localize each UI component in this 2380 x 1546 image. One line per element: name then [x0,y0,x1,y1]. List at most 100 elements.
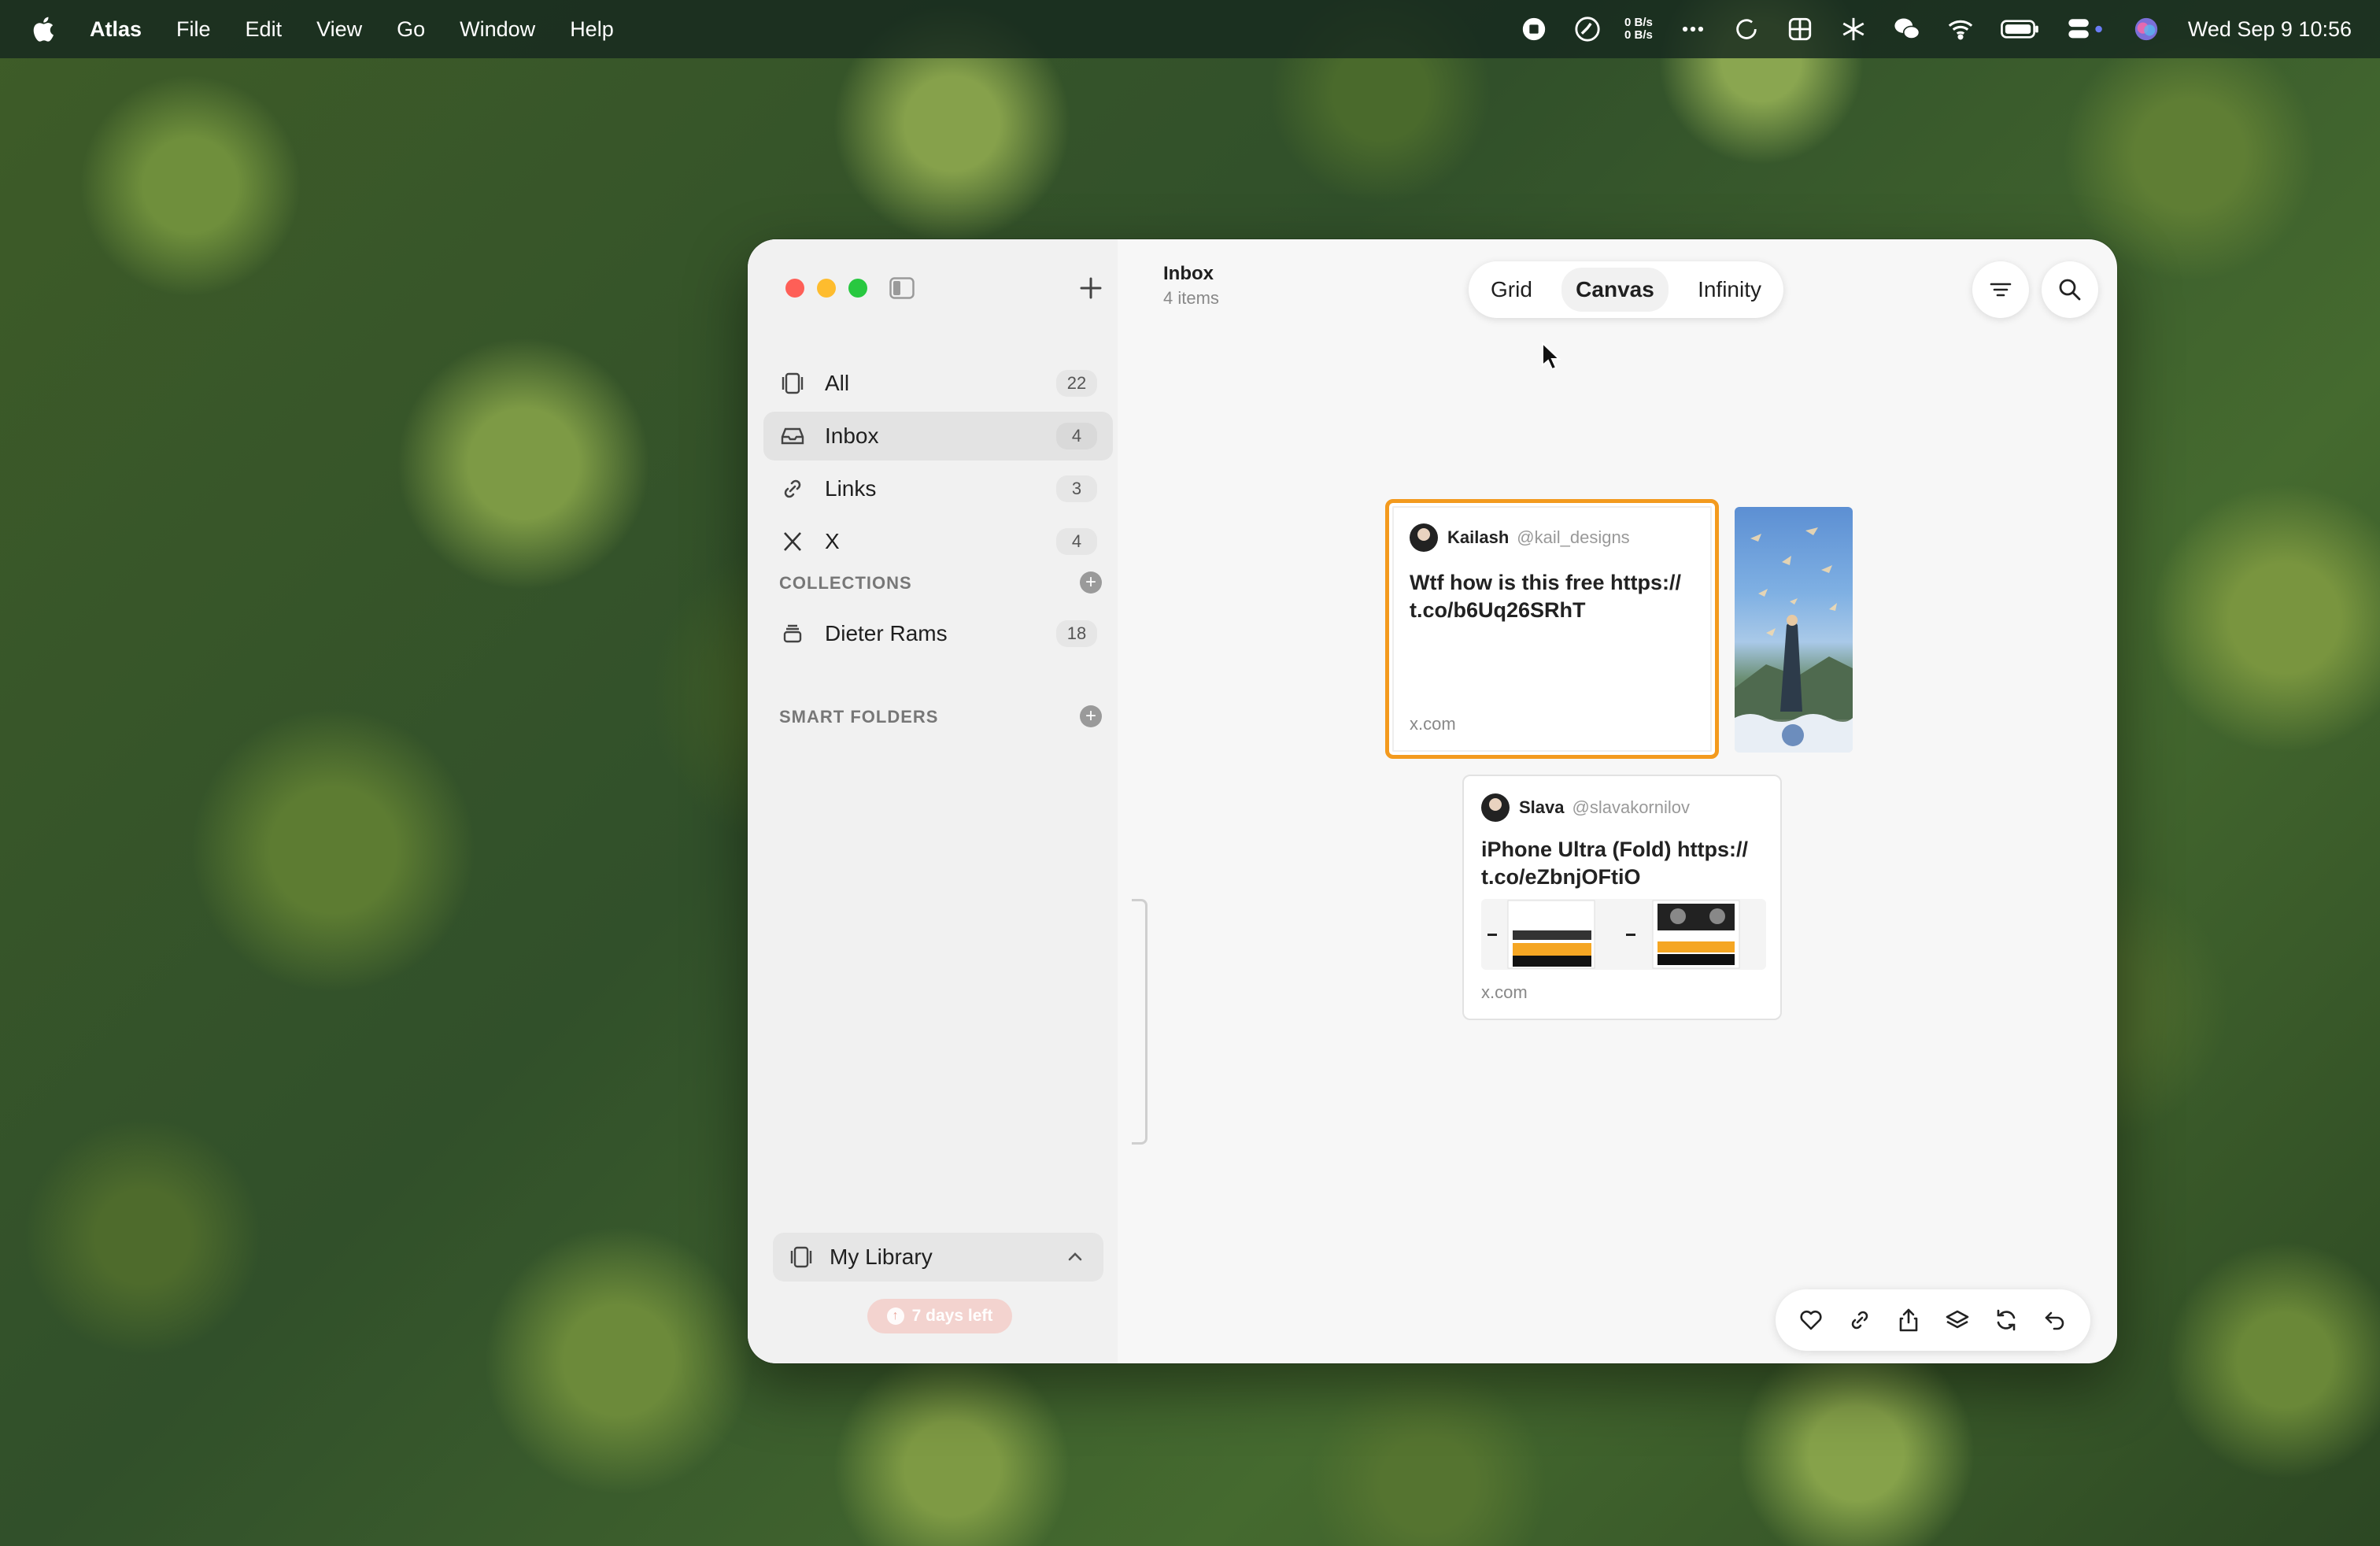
link-icon[interactable] [1846,1307,1873,1333]
tab-infinity[interactable]: Infinity [1683,268,1776,312]
zoom-window-button[interactable] [848,279,867,298]
tweet-text: iPhone Ultra (Fold) https:// t.co/eZbnjO… [1481,836,1772,891]
sidebar-item-label: X [825,529,840,553]
collection-count: 18 [1056,620,1097,647]
sidebar-item-all[interactable]: All 22 [763,359,1113,408]
menu-file[interactable]: File [176,17,211,42]
menu-app-name[interactable]: Atlas [90,17,142,42]
grid-icon[interactable] [1787,16,1813,43]
add-collection-button[interactable]: + [1080,571,1102,594]
tweet-text-line: t.co/eZbnjOFtiO [1481,865,1641,889]
sidebar-item-inbox[interactable]: Inbox 4 [763,412,1113,460]
menu-window[interactable]: Window [460,17,535,42]
author-handle: @kail_designs [1517,527,1630,547]
smart-folders-heading: SMART FOLDERS [779,707,939,727]
network-speed[interactable]: 0 B/s 0 B/s [1624,17,1653,42]
sidebar-item-label: Links [825,476,877,501]
add-icon[interactable] [1077,274,1105,302]
sidebar-toggle-icon[interactable] [889,277,915,299]
library-switcher[interactable]: My Library [773,1233,1103,1282]
page-title: Inbox [1163,263,1214,284]
card-domain: x.com [1481,982,1528,1002]
tweet-card[interactable]: Slava @slavakornilov iPhone Ultra (Fold)… [1462,775,1782,1020]
control-center-icon[interactable] [2067,16,2106,43]
card-domain: x.com [1410,714,1456,734]
menu-help[interactable]: Help [570,17,614,42]
share-icon[interactable] [1895,1307,1922,1333]
more-icon[interactable] [1680,16,1706,43]
layers-icon[interactable] [1944,1307,1971,1333]
search-button[interactable] [2042,261,2098,318]
sidebar-item-label: All [825,371,850,395]
record-icon[interactable] [1521,16,1547,43]
trial-badge[interactable]: ↑ 7 days left [867,1299,1012,1333]
inbox-icon [779,423,806,449]
tweet-author: Kailash @kail_designs [1410,523,1630,552]
battery-icon[interactable] [2000,16,2040,43]
filter-icon [1990,283,2012,297]
sidebar-item-count: 4 [1056,528,1097,555]
item-toolbar [1776,1289,2090,1351]
tab-grid[interactable]: Grid [1476,268,1547,312]
menu-edit[interactable]: Edit [246,17,283,42]
trial-label: 7 days left [911,1307,993,1325]
x-logo-icon [779,528,806,555]
sidebar-item-count: 3 [1056,475,1097,502]
filter-button[interactable] [1972,261,2029,318]
tweet-text-line: Wtf how is this free https:// [1410,571,1681,594]
link-icon [779,475,806,502]
image-card[interactable] [1735,507,1853,753]
sidebar-item-x[interactable]: X 4 [763,517,1113,566]
tweet-text-line: t.co/b6Uq26SRhT [1410,598,1586,622]
refresh-icon[interactable] [1993,1307,2020,1333]
arrow-up-icon: ↑ [886,1307,904,1325]
illustration-image [1735,527,1853,753]
sidebar-item-links[interactable]: Links 3 [763,464,1113,513]
stack-icon [779,620,806,647]
menu-go[interactable]: Go [397,17,425,42]
resize-handle[interactable] [1132,899,1148,1145]
sidebar-item-count: 4 [1056,423,1097,449]
tweet-media-preview [1481,899,1766,970]
apple-menu-icon[interactable] [30,15,55,43]
tweet-author: Slava @slavakornilov [1481,793,1690,822]
collections-heading: COLLECTIONS [779,573,912,593]
item-count: 4 items [1163,288,1219,308]
net-down: 0 B/s [1624,28,1653,42]
menu-view[interactable]: View [316,17,362,42]
sidebar: All 22 Inbox 4 Links 3 X 4 COLLECTIONS + [748,239,1118,1363]
sidebar-item-label: Inbox [825,423,879,448]
wifi-icon[interactable] [1947,16,1974,43]
snowflake-icon[interactable] [1840,16,1867,43]
speedometer-icon[interactable] [1574,16,1601,43]
tweet-text-line: iPhone Ultra (Fold) https:// [1481,838,1748,861]
close-window-button[interactable] [785,279,804,298]
avatar [1410,523,1438,552]
wechat-icon[interactable] [1894,16,1920,43]
author-name: Slava [1519,797,1565,817]
author-name: Kailash [1447,527,1510,547]
net-up: 0 B/s [1624,16,1653,29]
sidebar-item-count: 22 [1056,370,1097,397]
menu-bar: Atlas File Edit View Go Window Help 0 B/… [0,0,2380,58]
mouse-cursor-icon [1542,342,1561,371]
library-icon [779,370,806,397]
collection-label: Dieter Rams [825,621,948,645]
menubar-clock[interactable]: Wed Sep 9 10:56 [2188,17,2352,42]
add-smart-folder-button[interactable]: + [1080,705,1102,727]
tweet-text: Wtf how is this free https:// t.co/b6Uq2… [1410,569,1709,624]
search-icon [2059,279,2081,301]
minimize-window-button[interactable] [817,279,836,298]
tweet-card[interactable]: Kailash @kail_designs Wtf how is this fr… [1385,499,1719,759]
author-handle: @slavakornilov [1572,797,1691,817]
atlas-window: All 22 Inbox 4 Links 3 X 4 COLLECTIONS + [748,239,2117,1363]
view-switcher: Grid Canvas Infinity [1469,261,1783,318]
library-label: My Library [830,1245,933,1269]
undo-icon[interactable] [2042,1307,2068,1333]
heart-icon[interactable] [1798,1307,1824,1333]
tab-canvas[interactable]: Canvas [1561,268,1669,312]
collection-item-dieter-rams[interactable]: Dieter Rams 18 [763,609,1113,658]
sync-icon[interactable] [1733,16,1760,43]
siri-icon[interactable] [2133,16,2160,43]
library-icon [790,1246,812,1268]
